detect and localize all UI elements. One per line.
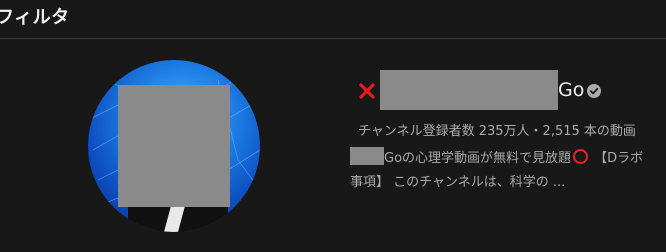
- red-x-icon: [359, 83, 375, 99]
- channel-stats: チャンネル登録者数 235万人・2,515 本の動画: [358, 124, 636, 139]
- verified-check-icon: [587, 84, 601, 98]
- description-text-b: 【Dラボ: [594, 151, 644, 166]
- channel-info: Go チャンネル登録者数 235万人・2,515 本の動画 Goの心理学動画が無…: [350, 70, 666, 190]
- channel-name-redaction: [380, 70, 558, 110]
- description-redaction: [350, 147, 384, 165]
- description-line-1: Goの心理学動画が無料で見放題 【Dラボ: [350, 147, 666, 171]
- search-results-page: フィルタ Go チャンネル登録者数 235万人・2,515 本の動画 Goの心理…: [0, 0, 666, 252]
- filter-button[interactable]: フィルタ: [0, 3, 70, 29]
- channel-description: Goの心理学動画が無料で見放題 【Dラボ 事項】 このチャンネルは、科学の ..…: [350, 147, 666, 195]
- description-line-2: 事項】 このチャンネルは、科学の ...: [350, 175, 566, 190]
- channel-title-row[interactable]: Go: [358, 70, 666, 116]
- avatar-redaction: [118, 85, 230, 207]
- red-circle-icon: [573, 149, 589, 164]
- channel-name[interactable]: Go: [558, 79, 584, 101]
- filter-bar: フィルタ: [0, 0, 666, 39]
- channel-avatar[interactable]: [88, 60, 260, 232]
- description-text-a: Goの心理学動画が無料で見放題: [384, 151, 572, 166]
